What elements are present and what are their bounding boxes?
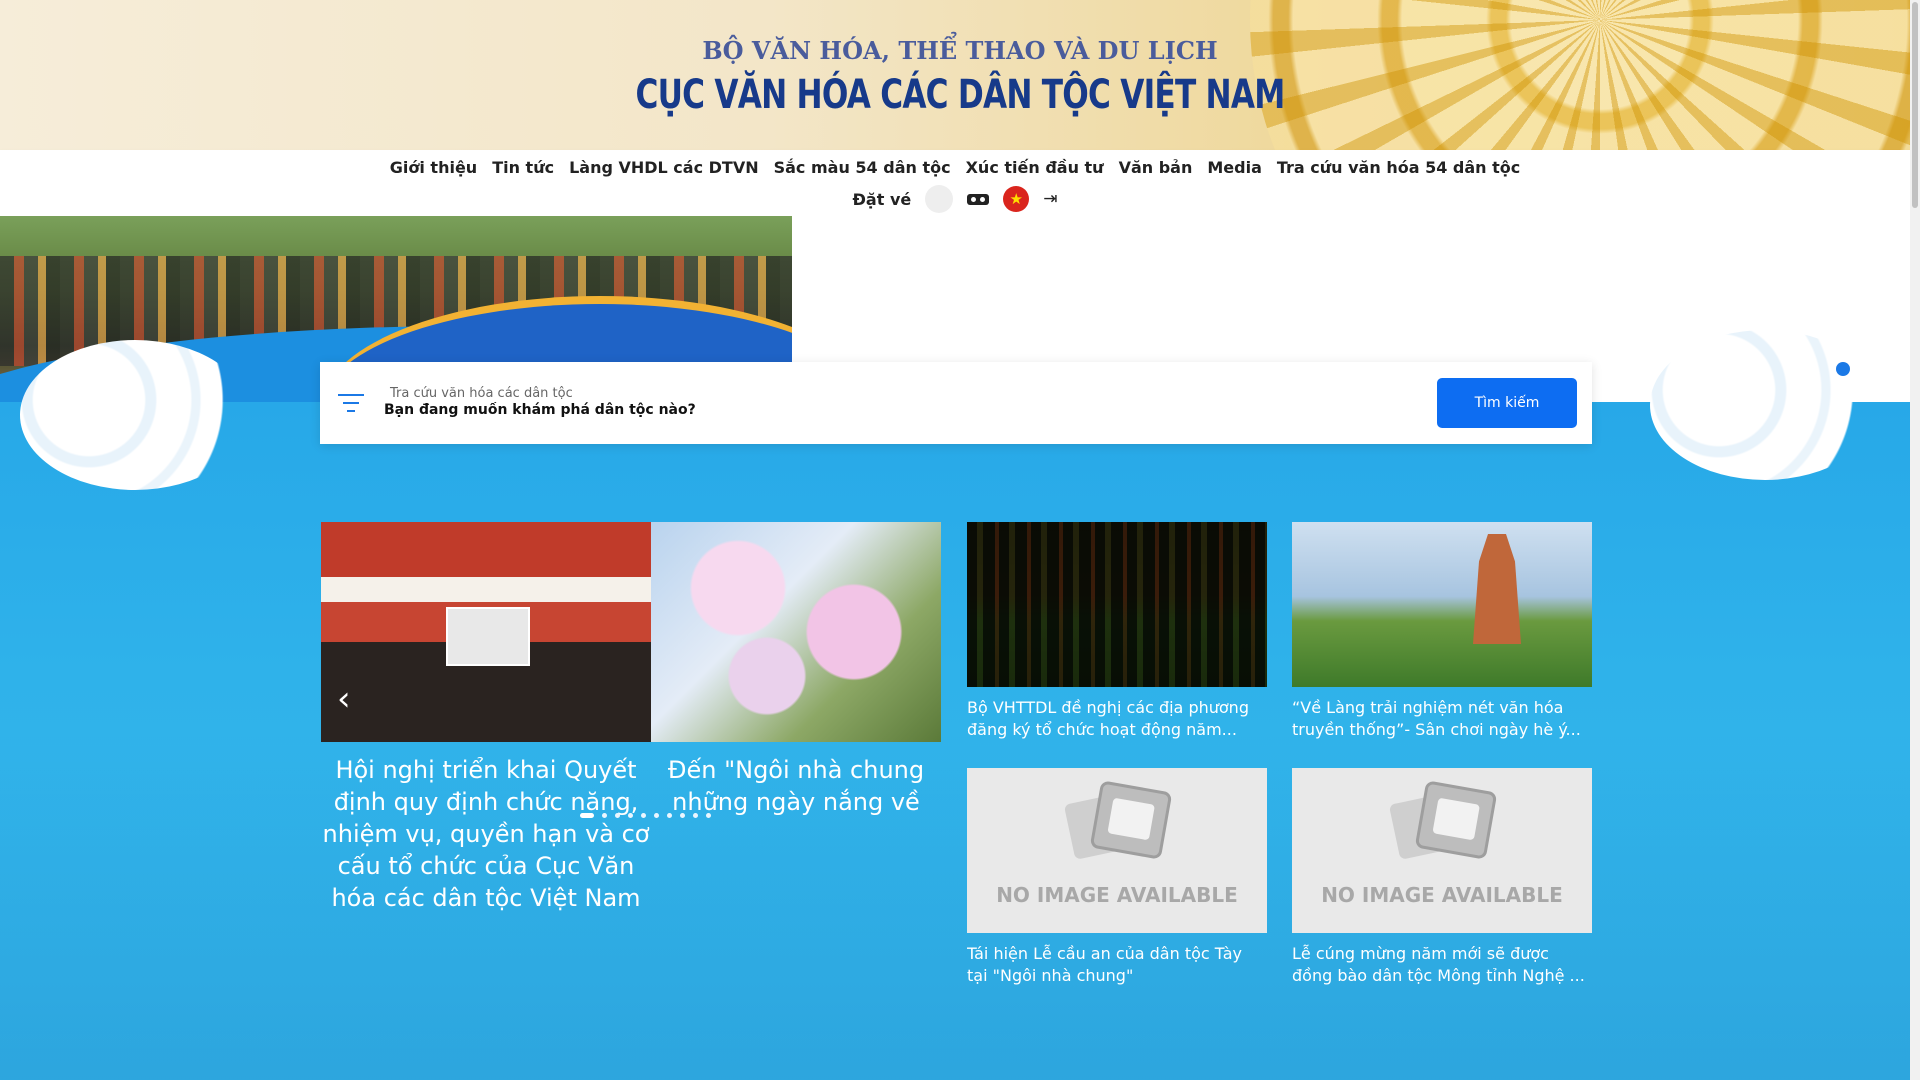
no-image-icon <box>1063 780 1173 862</box>
ministry-title: BỘ VĂN HÓA, THỂ THAO VÀ DU LỊCH <box>702 36 1218 65</box>
page-scrollbar[interactable] <box>1910 0 1920 1080</box>
carousel-prev-arrow-icon[interactable]: ‹ <box>337 682 351 716</box>
nav-item-tra-cuu[interactable]: Tra cứu văn hóa 54 dân tộc <box>1277 158 1520 177</box>
department-title[interactable]: CỤC VĂN HÓA CÁC DÂN TỘC VIỆT NAM <box>211 72 1709 118</box>
scrollbar-thumb[interactable] <box>1912 2 1918 208</box>
vietnam-flag-icon[interactable]: ★ <box>1003 186 1030 212</box>
news-carousel: Hội nghị triển khai Quyết định quy định … <box>321 522 941 922</box>
news-card[interactable]: NO IMAGE AVAILABLE Lễ cúng mừng năm mới … <box>1292 768 1592 987</box>
nav-item-sac-mau[interactable]: Sắc màu 54 dân tộc <box>774 158 951 177</box>
no-image-text: NO IMAGE AVAILABLE <box>996 883 1238 907</box>
placeholder-circle-button[interactable] <box>925 185 954 213</box>
news-image[interactable] <box>967 522 1267 687</box>
decorative-cloud-right <box>1650 330 1880 480</box>
slide-title[interactable]: Hội nghị triển khai Quyết định quy định … <box>321 754 651 914</box>
carousel-dot[interactable] <box>706 813 711 818</box>
carousel-dot[interactable] <box>667 813 672 818</box>
news-card[interactable]: “Về Làng trải nghiệm nét văn hóa truyền … <box>1292 522 1592 741</box>
no-image-text: NO IMAGE AVAILABLE <box>1321 883 1563 907</box>
news-image[interactable] <box>1292 522 1592 687</box>
carousel-dot[interactable] <box>680 813 685 818</box>
carousel-dot[interactable] <box>654 813 659 818</box>
nav-item-gioi-thieu[interactable]: Giới thiệu <box>390 158 477 177</box>
news-image-placeholder[interactable]: NO IMAGE AVAILABLE <box>1292 768 1592 933</box>
carousel-dot[interactable] <box>693 813 698 818</box>
nav-item-media[interactable]: Media <box>1207 158 1262 177</box>
search-box: Tra cứu văn hóa các dân tộc Tìm kiếm <box>320 362 1592 444</box>
nav-item-tin-tuc[interactable]: Tin tức <box>492 158 554 177</box>
nav-item-lang-vhdl[interactable]: Làng VHDL các DTVN <box>569 158 759 177</box>
news-image-placeholder[interactable]: NO IMAGE AVAILABLE <box>967 768 1267 933</box>
search-input[interactable] <box>382 398 1146 422</box>
vr-headset-icon[interactable] <box>967 192 990 206</box>
carousel-dot[interactable] <box>580 813 594 818</box>
header-banner: BỘ VĂN HÓA, THỂ THAO VÀ DU LỊCH CỤC VĂN … <box>0 0 1920 150</box>
slide-image[interactable] <box>651 522 941 742</box>
search-button[interactable]: Tìm kiếm <box>1437 378 1577 428</box>
carousel-slide[interactable]: Hội nghị triển khai Quyết định quy định … <box>321 522 651 914</box>
carousel-dot[interactable] <box>641 813 646 818</box>
decorative-cloud-left <box>20 340 250 490</box>
carousel-dots <box>580 813 711 818</box>
filter-icon[interactable] <box>338 392 364 414</box>
news-title[interactable]: Bộ VHTTDL đề nghị các địa phương đăng ký… <box>967 697 1267 741</box>
nav-item-van-ban[interactable]: Văn bản <box>1119 158 1193 177</box>
book-ticket-link[interactable]: Đặt vé <box>853 190 912 209</box>
carousel-dot[interactable] <box>615 813 620 818</box>
carousel-slide[interactable]: Đến "Ngôi nhà chung những ngày nắng về <box>651 522 941 818</box>
slide-image[interactable] <box>321 522 651 742</box>
decorative-dot <box>1836 362 1850 376</box>
news-title[interactable]: Lễ cúng mừng năm mới sẽ được đồng bào dâ… <box>1292 943 1592 987</box>
news-title[interactable]: “Về Làng trải nghiệm nét văn hóa truyền … <box>1292 697 1592 741</box>
login-icon[interactable]: ⇥ <box>1043 189 1057 209</box>
news-title[interactable]: Tái hiện Lễ cầu an của dân tộc Tày tại "… <box>967 943 1267 987</box>
no-image-icon <box>1388 780 1498 862</box>
main-nav: Giới thiệu Tin tức Làng VHDL các DTVN Sắ… <box>0 150 1910 216</box>
slide-title[interactable]: Đến "Ngôi nhà chung những ngày nắng về <box>651 754 941 818</box>
news-card[interactable]: NO IMAGE AVAILABLE Tái hiện Lễ cầu an củ… <box>967 768 1267 987</box>
carousel-dot[interactable] <box>628 813 633 818</box>
nav-item-xuc-tien[interactable]: Xúc tiến đầu tư <box>966 158 1104 177</box>
carousel-dot[interactable] <box>602 813 607 818</box>
news-card[interactable]: Bộ VHTTDL đề nghị các địa phương đăng ký… <box>967 522 1267 741</box>
main-background <box>0 402 1910 1080</box>
